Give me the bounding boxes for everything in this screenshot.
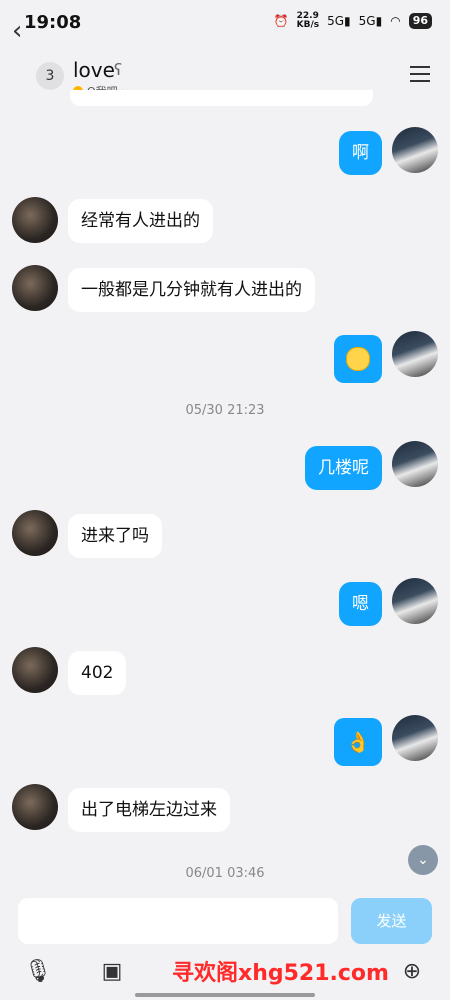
message-bubble-out[interactable]: 嗯 bbox=[339, 582, 382, 626]
message-input[interactable] bbox=[18, 898, 338, 944]
send-button[interactable]: 发送 bbox=[351, 898, 432, 944]
back-button[interactable]: ‹ bbox=[12, 16, 22, 46]
network-speed: 22.9 KB/s bbox=[296, 11, 320, 30]
menu-icon[interactable] bbox=[410, 66, 430, 87]
message-bubble-in[interactable]: 进来了吗 bbox=[68, 514, 162, 558]
plus-icon[interactable]: ⊕ bbox=[398, 958, 426, 986]
timestamp: 06/01 03:46 bbox=[185, 866, 265, 881]
ear-mode-icon: ʕ bbox=[114, 60, 123, 79]
wifi-icon: ◠ bbox=[390, 14, 401, 28]
signal-icon-1: 5G▮ bbox=[327, 14, 351, 28]
my-avatar[interactable] bbox=[392, 331, 438, 377]
ok-hand-icon: 👌 bbox=[345, 730, 371, 754]
message-bubble-out[interactable]: 啊 bbox=[339, 131, 382, 175]
contact-avatar[interactable] bbox=[12, 784, 58, 830]
my-avatar[interactable] bbox=[392, 578, 438, 624]
my-avatar[interactable] bbox=[392, 441, 438, 487]
alarm-icon: ⏰ bbox=[273, 14, 289, 28]
status-icons: ⏰ 22.9 KB/s 5G▮ 5G▮ ◠ 96 bbox=[274, 12, 432, 30]
message-bubble-in[interactable]: 一般都是几分钟就有人进出的 bbox=[68, 268, 315, 312]
yawn-face-icon bbox=[346, 347, 370, 371]
emoji-message-yawn[interactable] bbox=[334, 335, 382, 383]
contact-avatar[interactable] bbox=[12, 265, 58, 311]
unread-count-badge[interactable]: 3 bbox=[36, 62, 64, 90]
battery-indicator: 96 bbox=[408, 13, 432, 29]
message-bubble-in[interactable]: 出了电梯左边过来 bbox=[68, 788, 230, 832]
message-bubble-in[interactable]: 经常有人进出的 bbox=[68, 199, 213, 243]
microphone-icon[interactable]: 🎙 bbox=[24, 958, 52, 986]
contact-avatar[interactable] bbox=[12, 510, 58, 556]
image-icon[interactable]: ▣ bbox=[98, 958, 126, 986]
status-time: 19:08 bbox=[24, 12, 82, 33]
emoji-message-ok[interactable]: 👌 bbox=[334, 718, 382, 766]
timestamp: 05/30 21:23 bbox=[185, 403, 265, 418]
watermark: 寻欢阁xhg521.com bbox=[172, 961, 389, 986]
status-bar: 19:08 ⏰ 22.9 KB/s 5G▮ 5G▮ ◠ 96 bbox=[0, 0, 450, 44]
my-avatar[interactable] bbox=[392, 715, 438, 761]
message-bubble-out[interactable]: 几楼呢 bbox=[305, 446, 382, 490]
contact-avatar[interactable] bbox=[12, 647, 58, 693]
previous-message-card bbox=[70, 90, 373, 106]
chat-title: love bbox=[73, 58, 115, 82]
home-indicator bbox=[135, 993, 315, 997]
contact-avatar[interactable] bbox=[12, 197, 58, 243]
my-avatar[interactable] bbox=[392, 127, 438, 173]
signal-icon-2: 5G▮ bbox=[358, 14, 383, 28]
scroll-down-button[interactable]: ⌄ bbox=[408, 845, 438, 875]
message-bubble-in[interactable]: 402 bbox=[68, 651, 127, 695]
